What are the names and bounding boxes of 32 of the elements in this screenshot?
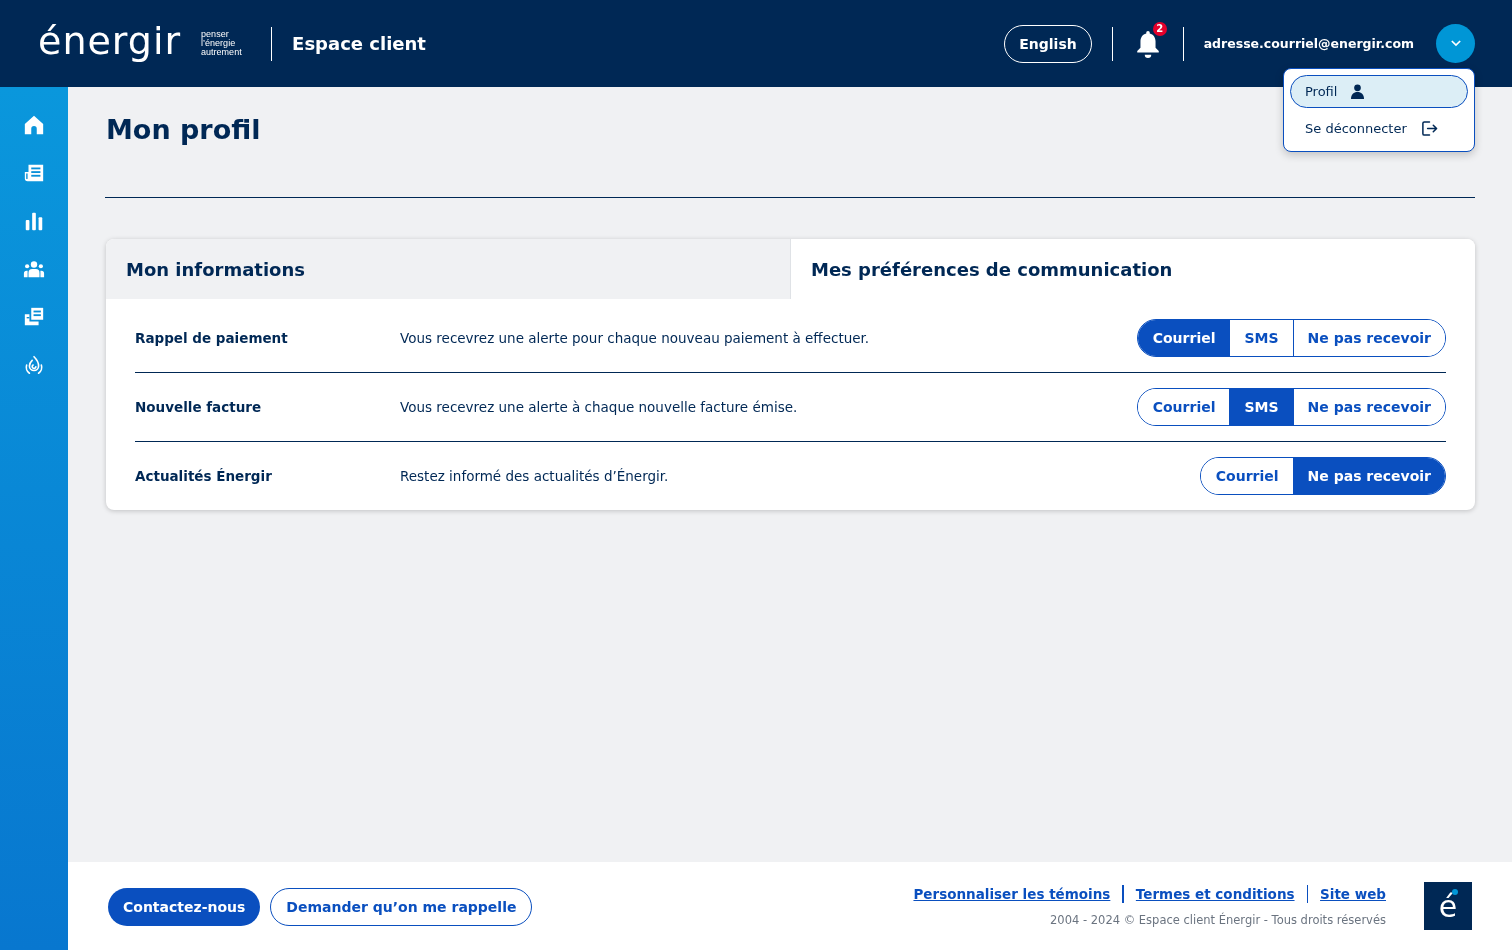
option-toggle[interactable]: SMS: [1229, 389, 1293, 425]
preference-name: Rappel de paiement: [135, 330, 289, 346]
notification-badge: 2: [1152, 21, 1167, 36]
preference-description: Vous recevrez une alerte à chaque nouvelle facture émise.: [400, 399, 799, 415]
footer-link[interactable]: Site web: [1320, 886, 1386, 902]
option-toggle[interactable]: Courriel: [1137, 320, 1230, 356]
preference-description: Vous recevrez une alerte pour chaque nouveau paiement à effectuer.: [400, 330, 871, 346]
option-toggle[interactable]: Ne pas recevoir: [1292, 320, 1445, 356]
tab[interactable]: Mon informations: [106, 239, 790, 299]
footer-button[interactable]: Contactez-nous: [108, 888, 261, 926]
option-toggle[interactable]: Ne pas recevoir: [1292, 458, 1445, 494]
tagline: penser l’énergie autrement: [201, 30, 243, 57]
logo-mark[interactable]: é: [1424, 882, 1472, 930]
menu-item[interactable]: Profil: [1290, 75, 1468, 108]
account-menu-button[interactable]: [1436, 24, 1475, 63]
app-title: Espace client: [292, 33, 426, 54]
person-icon: [1351, 84, 1365, 99]
footer-button[interactable]: Demander qu’on me rappelle: [270, 888, 533, 926]
preference-name: Nouvelle facture: [135, 399, 263, 415]
option-toggle[interactable]: Ne pas recevoir: [1292, 389, 1445, 425]
menu-item[interactable]: Se déconnecter: [1290, 112, 1468, 145]
footer-link[interactable]: Personnaliser les témoins: [913, 886, 1111, 902]
logo[interactable]: énergir: [38, 18, 182, 63]
copyright-text: 2004 - 2024 © Espace client Énergir - Tous droits réservés: [1050, 913, 1386, 927]
tab[interactable]: Mes préférences de communication: [790, 239, 1475, 299]
logout-icon: [1420, 120, 1438, 137]
preference-name: Actualités Énergir: [135, 468, 273, 484]
page-title: Mon profil: [106, 113, 261, 147]
chevron-icon: [1450, 40, 1461, 47]
user-email: adresse.courriel@energir.com: [1203, 36, 1414, 51]
preference-description: Restez informé des actualités d’Énergir.: [400, 468, 670, 484]
footer-link[interactable]: Termes et conditions: [1135, 886, 1295, 902]
